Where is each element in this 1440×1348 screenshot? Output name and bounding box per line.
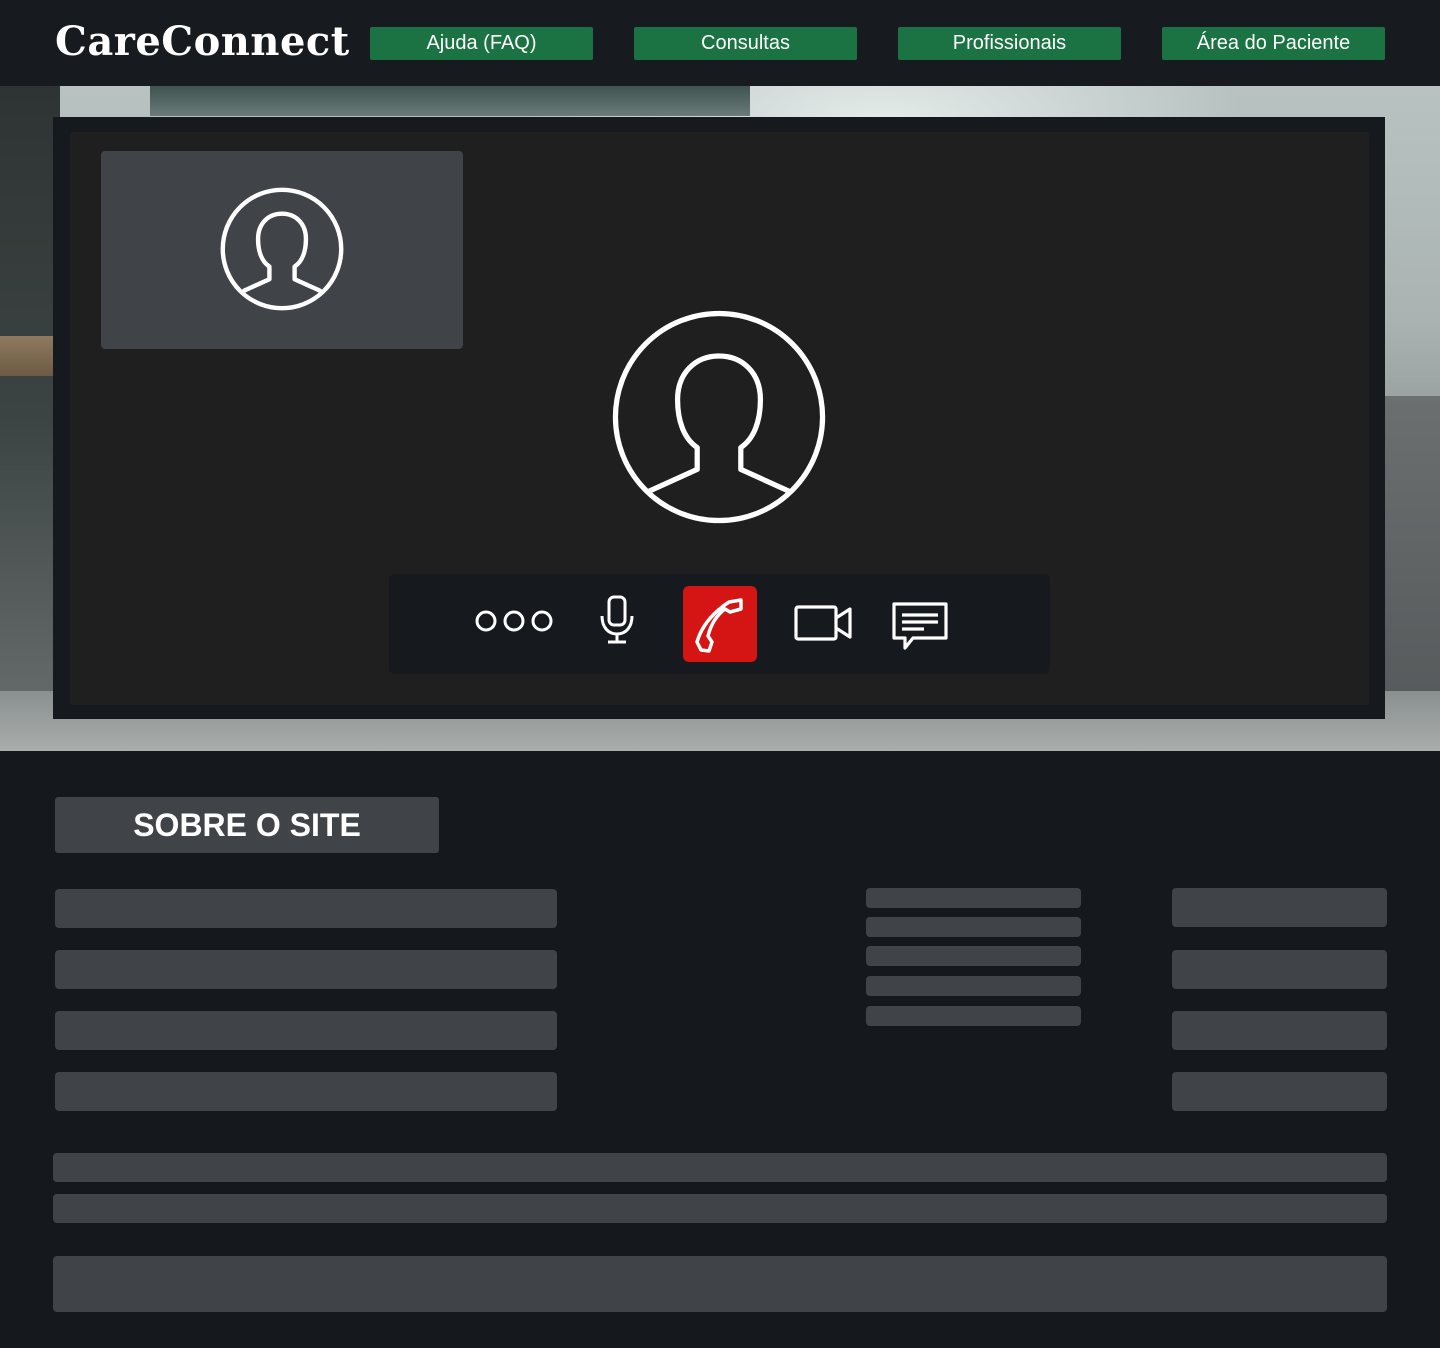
more-options-button[interactable] <box>473 608 553 639</box>
video-call-stage <box>70 132 1369 705</box>
site-logo[interactable]: CareConnect <box>55 18 350 65</box>
placeholder-block <box>55 889 557 928</box>
placeholder-line <box>53 1194 1387 1223</box>
hero-ceiling-detail <box>150 86 750 116</box>
call-controls-bar <box>389 574 1050 674</box>
user-avatar-icon <box>612 310 826 524</box>
more-options-icon <box>475 610 553 632</box>
placeholder-line <box>53 1153 1387 1182</box>
about-title: SOBRE O SITE <box>55 797 439 853</box>
nav-area-paciente-button[interactable]: Área do Paciente <box>1162 27 1385 60</box>
placeholder-block <box>55 1072 557 1111</box>
chat-icon <box>892 602 948 650</box>
nav-consultas-button[interactable]: Consultas <box>634 27 857 60</box>
nav-faq-button[interactable]: Ajuda (FAQ) <box>370 27 593 60</box>
placeholder-line <box>866 946 1081 966</box>
nav-profissionais-button[interactable]: Profissionais <box>898 27 1121 60</box>
placeholder-line <box>866 917 1081 937</box>
chat-button[interactable] <box>891 600 949 657</box>
user-avatar-icon <box>220 187 344 311</box>
placeholder-line <box>866 888 1081 908</box>
remote-participant-avatar <box>610 308 828 531</box>
about-section: SOBRE O SITE <box>0 751 1440 1348</box>
microphone-button[interactable] <box>597 594 637 651</box>
placeholder-block <box>55 950 557 989</box>
placeholder-block <box>1172 950 1387 989</box>
placeholder-block <box>55 1011 557 1050</box>
end-call-button[interactable] <box>683 586 757 662</box>
site-header: CareConnect Ajuda (FAQ) Consultas Profis… <box>0 0 1440 86</box>
placeholder-block <box>1172 1072 1387 1111</box>
self-view-tile[interactable] <box>101 151 463 349</box>
video-call-window <box>53 117 1385 719</box>
hero-shelf-detail <box>0 336 60 376</box>
placeholder-line <box>866 1006 1081 1026</box>
video-camera-icon <box>794 605 852 641</box>
video-toggle-button[interactable] <box>793 602 855 649</box>
placeholder-block <box>1172 1011 1387 1050</box>
end-call-icon <box>695 598 743 653</box>
microphone-icon <box>600 595 634 644</box>
placeholder-block <box>1172 888 1387 927</box>
placeholder-block <box>53 1256 1387 1312</box>
hero-wall-detail <box>0 86 60 751</box>
placeholder-line <box>866 976 1081 996</box>
